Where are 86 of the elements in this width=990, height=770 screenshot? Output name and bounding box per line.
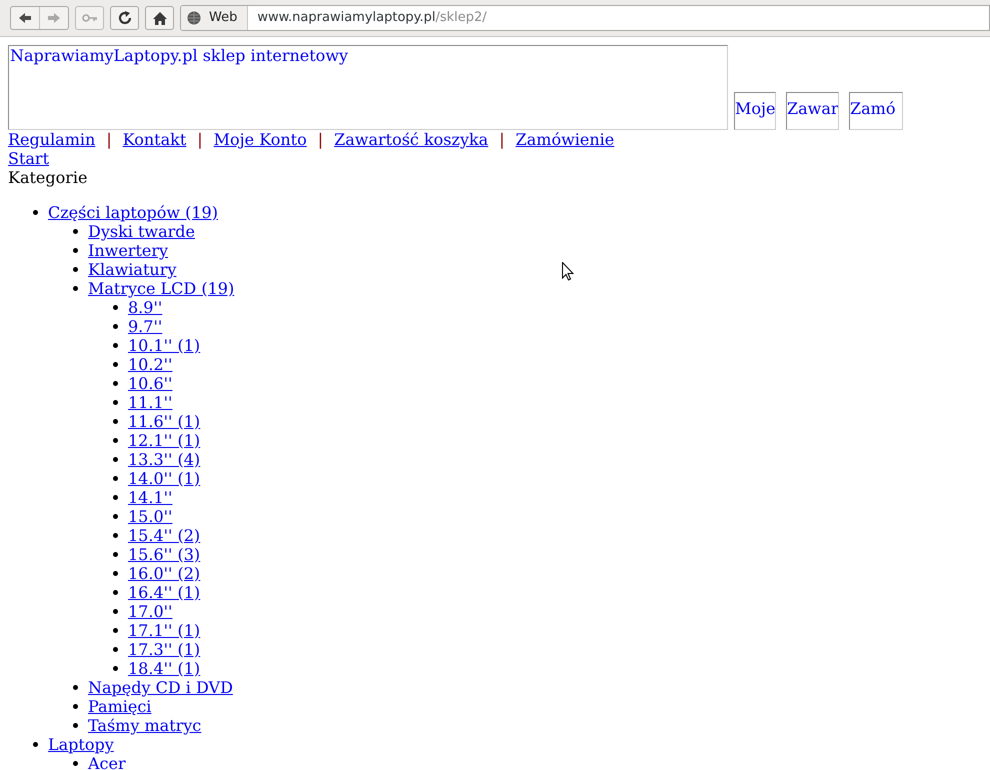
- header-box[interactable]: Moje: [734, 92, 776, 130]
- category-link[interactable]: 14.1'': [128, 488, 172, 507]
- separator: |: [318, 130, 324, 149]
- mouse-cursor-icon: [562, 262, 574, 281]
- category-link[interactable]: Inwertery: [88, 241, 168, 260]
- nav-link[interactable]: Zawartość koszyka: [334, 130, 488, 149]
- header-box[interactable]: Zamó: [849, 92, 903, 130]
- category-link[interactable]: Części laptopów (19): [48, 203, 218, 222]
- key-icon: [82, 14, 98, 22]
- bullet-icon: [113, 324, 118, 329]
- forward-arrow-icon: [47, 12, 61, 24]
- category-link[interactable]: Klawiatury: [88, 260, 176, 279]
- category-link[interactable]: 11.6'' (1): [128, 412, 200, 431]
- category-link[interactable]: 16.4'' (1): [128, 583, 200, 602]
- bullet-icon: [113, 647, 118, 652]
- bullet-icon: [113, 628, 118, 633]
- category-link[interactable]: Taśmy matryc: [88, 716, 202, 735]
- bullet-icon: [113, 609, 118, 614]
- category-link[interactable]: 15.0'': [128, 507, 172, 526]
- categories-heading: Kategorie: [8, 168, 88, 187]
- separator: |: [106, 130, 112, 149]
- back-arrow-icon: [18, 12, 32, 24]
- bullet-icon: [73, 704, 78, 709]
- bullet-icon: [113, 571, 118, 576]
- bullet-icon: [113, 476, 118, 481]
- category-link[interactable]: Laptopy: [48, 735, 114, 754]
- nav-link[interactable]: Moje Konto: [214, 130, 307, 149]
- category-link[interactable]: 16.0'' (2): [128, 564, 200, 583]
- bullet-icon: [73, 761, 78, 766]
- bullet-icon: [33, 210, 38, 215]
- category-link[interactable]: 17.3'' (1): [128, 640, 200, 659]
- bullet-icon: [113, 343, 118, 348]
- url-text: www.naprawiamylaptopy.pl/sklep2/: [257, 9, 487, 28]
- bullet-icon: [113, 552, 118, 557]
- nav-link[interactable]: Kontakt: [122, 130, 186, 149]
- bullet-icon: [113, 514, 118, 519]
- bullet-icon: [113, 362, 118, 367]
- category-link[interactable]: Acer: [88, 754, 126, 770]
- bullet-icon: [113, 666, 118, 671]
- bullet-icon: [113, 438, 118, 443]
- bullet-icon: [113, 457, 118, 462]
- bullet-icon: [33, 742, 38, 747]
- bullet-icon: [73, 723, 78, 728]
- category-link[interactable]: 15.4'' (2): [128, 526, 200, 545]
- bullet-icon: [73, 248, 78, 253]
- category-link[interactable]: 10.2'': [128, 355, 172, 374]
- bullet-icon: [73, 229, 78, 234]
- nav-link[interactable]: Zamówienie: [516, 130, 614, 149]
- category-link[interactable]: 14.0'' (1): [128, 469, 200, 488]
- reload-button[interactable]: [110, 6, 139, 30]
- bullet-icon: [73, 286, 78, 291]
- reload-icon: [116, 10, 132, 26]
- category-link[interactable]: Matryce LCD (19): [88, 279, 234, 298]
- bullet-icon: [113, 419, 118, 424]
- category-link[interactable]: 11.1'': [128, 393, 172, 412]
- category-link[interactable]: 8.9'': [128, 298, 162, 317]
- bullet-icon: [113, 590, 118, 595]
- separator: |: [499, 130, 505, 149]
- bullet-icon: [73, 685, 78, 690]
- separator: |: [197, 130, 203, 149]
- category-link[interactable]: 17.1'' (1): [128, 621, 200, 640]
- category-link[interactable]: 15.6'' (3): [128, 545, 200, 564]
- address-field[interactable]: Web www.naprawiamylaptopy.pl/sklep2/: [180, 5, 990, 31]
- category-link[interactable]: 12.1'' (1): [128, 431, 200, 450]
- shop-title: NaprawiamyLaptopy.pl sklep internetowy: [10, 46, 348, 65]
- category-link[interactable]: Napędy CD i DVD: [88, 678, 233, 697]
- category-link[interactable]: 18.4'' (1): [128, 659, 200, 678]
- globe-icon: [187, 11, 201, 25]
- category-link[interactable]: 10.1'' (1): [128, 336, 200, 355]
- home-button[interactable]: [145, 6, 174, 30]
- category-link[interactable]: Pamięci: [88, 697, 152, 716]
- location-label: Web: [209, 9, 238, 28]
- bullet-icon: [73, 267, 78, 272]
- nav-link[interactable]: Regulamin: [8, 130, 96, 149]
- bullet-icon: [113, 533, 118, 538]
- category-link[interactable]: 9.7'': [128, 317, 162, 336]
- bullet-icon: [113, 400, 118, 405]
- bullet-icon: [113, 381, 118, 386]
- bullet-icon: [113, 495, 118, 500]
- home-icon: [152, 12, 166, 24]
- category-link[interactable]: 10.6'': [128, 374, 172, 393]
- start-link[interactable]: Start: [8, 149, 50, 168]
- bullet-icon: [113, 305, 118, 310]
- category-link[interactable]: Dyski twarde: [88, 222, 195, 241]
- category-link[interactable]: 13.3'' (4): [128, 450, 200, 469]
- category-link[interactable]: 17.0'': [128, 602, 172, 621]
